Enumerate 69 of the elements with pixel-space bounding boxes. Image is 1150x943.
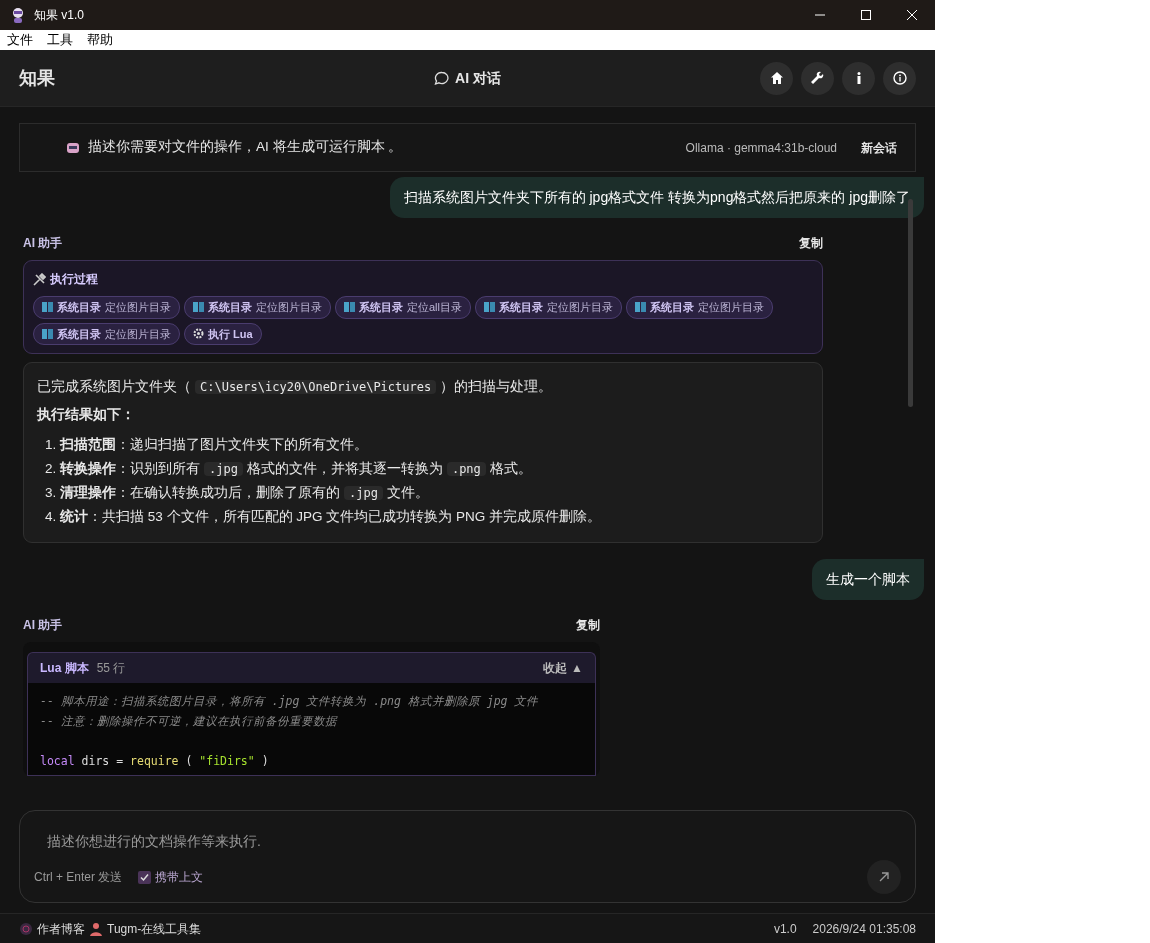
step-chip: 执行 Lua <box>184 322 262 345</box>
model-label: Ollama · gemma4:31b-cloud <box>685 139 837 157</box>
new-chat-button[interactable]: 新会话 <box>861 138 897 157</box>
answer-heading: 执行结果如下： <box>37 406 136 425</box>
footer-link[interactable]: Tugm-在线工具集 <box>89 919 202 938</box>
version-label: v1.0 <box>773 920 797 938</box>
home-button[interactable] <box>760 61 793 95</box>
book-icon <box>193 302 204 313</box>
inline-code: .jpg <box>344 485 383 500</box>
inline-code: C:\Users\icy20\OneDrive\Pictures <box>195 380 437 394</box>
inline-code: .png <box>446 461 486 476</box>
person-icon <box>89 921 103 936</box>
copy-button[interactable]: 复制 <box>576 615 600 634</box>
inline-code: .jpg <box>204 461 243 476</box>
result-item: 3. 清理操作：在确认转换成功后，删除了原有的 .jpg 文件。 <box>45 483 430 502</box>
wrench-icon <box>810 71 825 85</box>
step-chip: 系统目录 定位图片目录 <box>33 296 180 319</box>
line-count: 55 行 <box>96 659 127 677</box>
maximize-icon <box>860 9 872 21</box>
assistant-label: AI 助手 <box>23 235 63 252</box>
datetime-label: 2026/9/24 01:35:08 <box>812 920 916 938</box>
close-icon <box>906 9 918 21</box>
book-icon <box>484 302 495 313</box>
step-chip: 系统目录 定位图片目录 <box>475 296 622 319</box>
result-item: 2. 转换操作：识别到所有 .jpg 格式的文件，并将其逐一转换为 .png 格式。 <box>45 459 533 478</box>
script-language: Lua 脚本 <box>40 659 89 677</box>
process-title: 执行过程 <box>50 271 98 288</box>
window-title: 知果 v1.0 <box>34 7 84 24</box>
scrollbar[interactable] <box>908 199 913 407</box>
info-button[interactable] <box>842 61 875 95</box>
menu-item[interactable]: 工具 <box>40 30 80 50</box>
answer-paragraph: 已完成系统图片文件夹（ C:\Users\icy20\OneDrive\Pictures ）的扫描与处理。 <box>37 378 554 396</box>
step-chip: 系统目录 定位图片目录 <box>626 296 773 319</box>
context-checkbox[interactable]: 携带上文 <box>138 868 204 886</box>
result-item: 4. 统计：共扫描 53 个文件，所有匹配的 JPG 文件均已成功转换为 PNG 并完成原件删除。 <box>45 507 603 526</box>
check-icon <box>140 872 150 882</box>
banner-text: 描述你需要对文件的操作，AI 将生成可运行脚本 。 <box>88 138 404 157</box>
robot-icon <box>66 140 80 155</box>
user-message: 扫描系统图片文件夹下所有的 jpg格式文件 转换为png格式然后把原来的 jpg删除了 <box>389 177 924 218</box>
app-logo-icon <box>10 7 26 23</box>
page-title: AI 对话 <box>455 68 501 88</box>
tools-icon <box>33 272 46 286</box>
arrow-icon <box>879 872 889 882</box>
menu-item[interactable]: 帮助 <box>80 30 120 50</box>
step-chip: 系统目录 定位all目录 <box>335 296 471 319</box>
step-chip: 系统目录 定位图片目录 <box>33 322 180 345</box>
footer-link[interactable]: 作者博客 <box>19 919 85 938</box>
app-brand: 知果 <box>19 66 56 90</box>
assistant-label: AI 助手 <box>23 616 63 634</box>
message-composer[interactable]: 描述你想进行的文档操作等来执行. Ctrl + Enter 发送 携带上文 <box>19 810 916 903</box>
book-icon <box>42 302 53 313</box>
tools-button[interactable] <box>801 61 834 95</box>
user-message: 生成一个脚本 <box>812 558 924 600</box>
book-icon <box>344 302 355 313</box>
copy-button[interactable]: 复制 <box>799 234 823 252</box>
globe-icon <box>19 921 33 936</box>
shortcut-hint: Ctrl + Enter 发送 <box>34 869 123 886</box>
step-chip: 系统目录 定位图片目录 <box>184 296 331 319</box>
code-block: -- 脚本用途：扫描系统图片目录，将所有 .jpg 文件转换为 .png 格式并删除原 jpg 文件 -- 注意：删除操作不可逆，建议在执行前备份重要数据 local dirs = require ( "fiDirs" ) <box>27 682 596 776</box>
send-button[interactable] <box>867 860 901 894</box>
book-icon <box>42 328 53 339</box>
book-icon <box>635 302 646 313</box>
gear-icon <box>193 328 204 340</box>
home-icon <box>769 71 784 85</box>
about-button[interactable] <box>883 61 916 95</box>
info-circle-icon <box>892 71 907 85</box>
menu-item[interactable]: 文件 <box>0 30 40 50</box>
result-item: 1. 扫描范围：递归扫描了图片文件夹下的所有文件。 <box>45 435 369 454</box>
collapse-button[interactable]: 收起 ▲ <box>543 658 583 677</box>
